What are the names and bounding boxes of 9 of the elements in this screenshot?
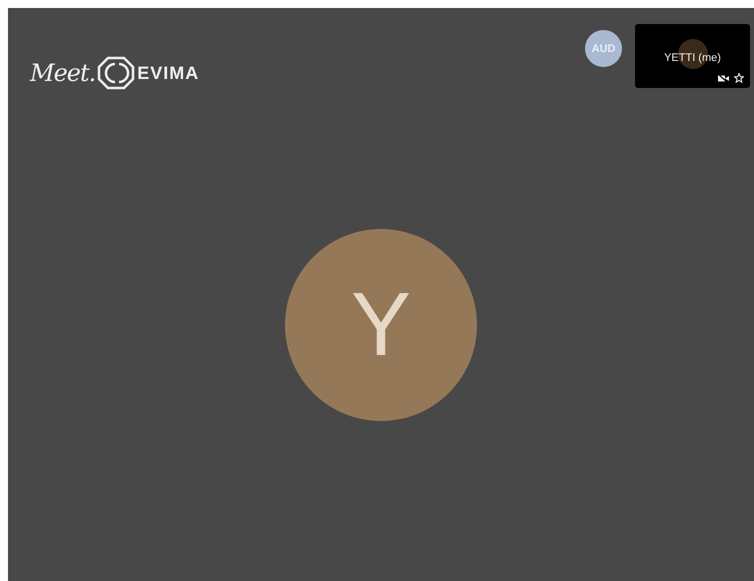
participant-avatar: Y	[285, 229, 477, 421]
logo-script-text: Meet.	[30, 59, 96, 87]
participant-name: YETTI (me)	[663, 52, 722, 64]
logo-brand-text: EVIMA	[137, 62, 200, 84]
star-icon[interactable]	[734, 73, 744, 83]
audio-avatar: AUD	[585, 30, 622, 67]
camera-off-icon[interactable]	[718, 74, 729, 82]
self-video-tile[interactable]: YETTI (me)	[635, 24, 750, 88]
octagon-logo-icon	[97, 56, 136, 90]
